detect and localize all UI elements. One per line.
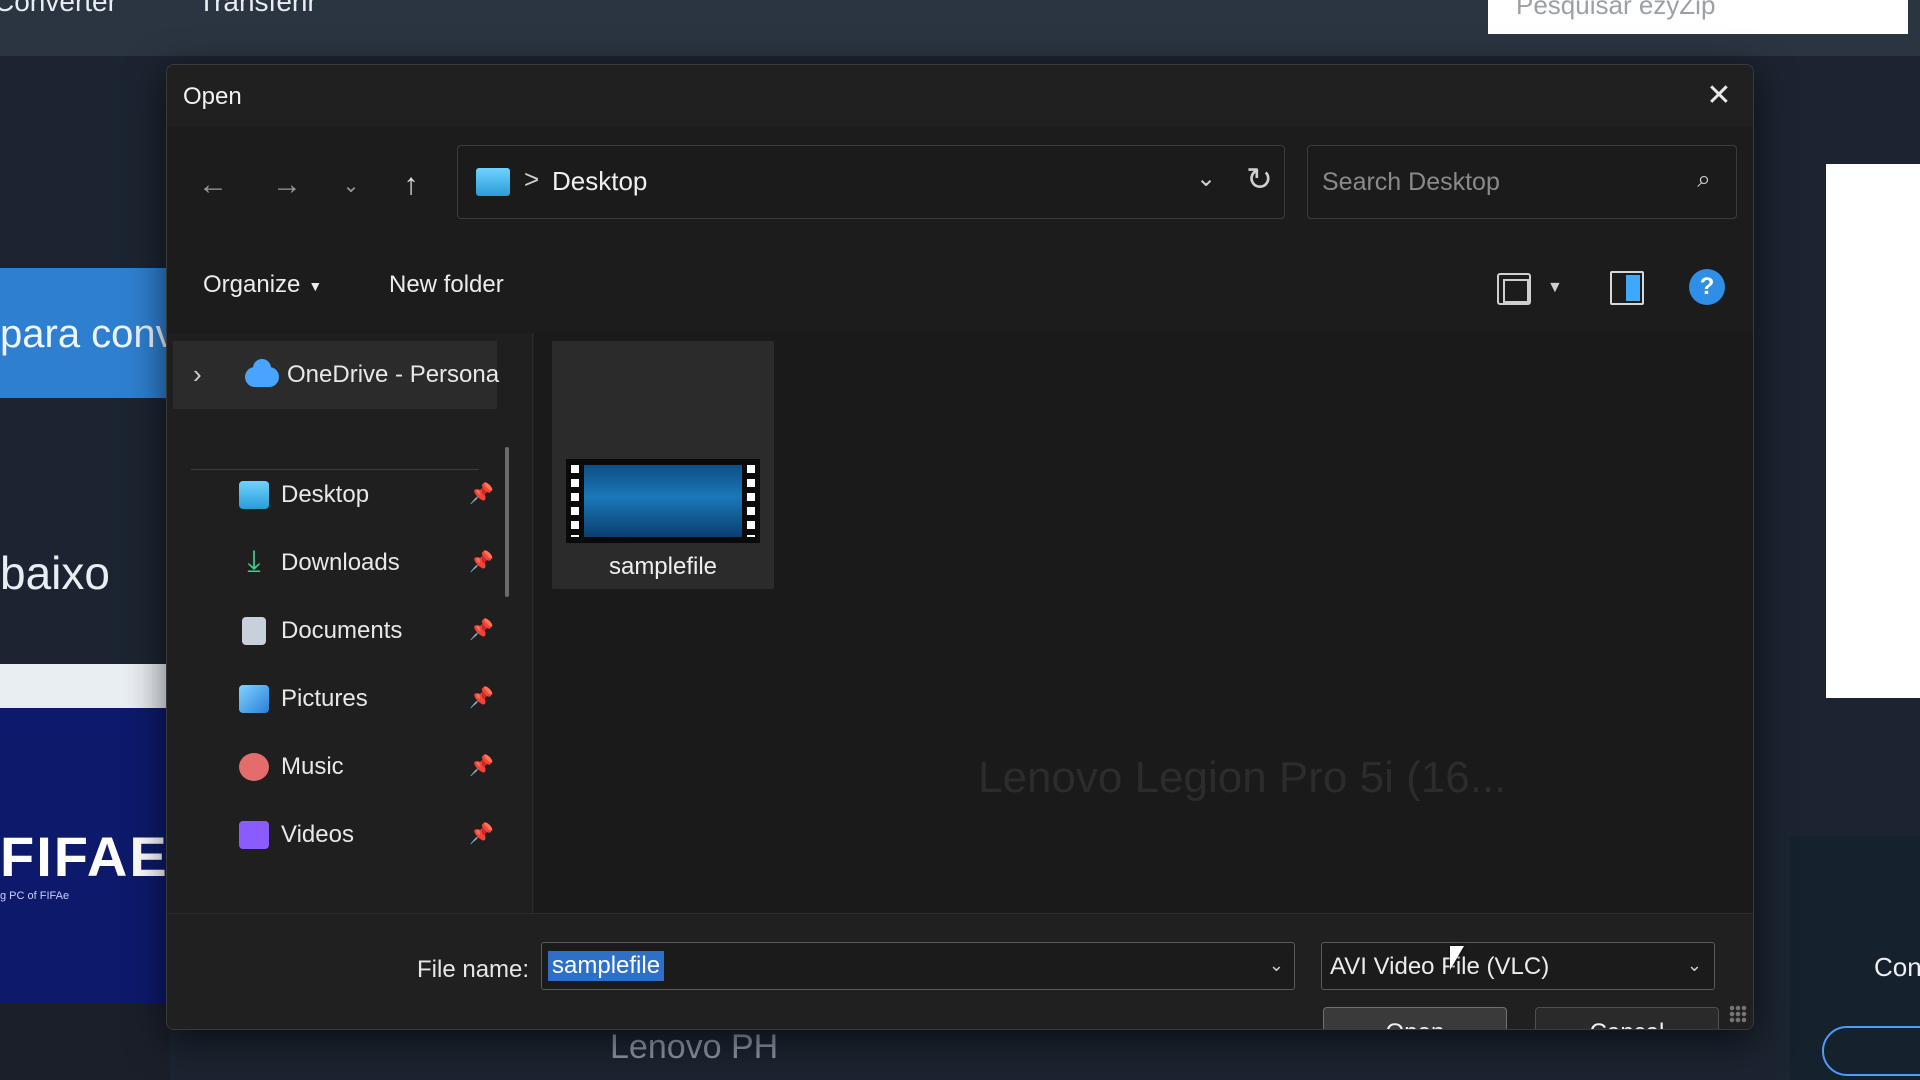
background-ghost-text: Lenovo Legion Pro 5i (16...: [978, 753, 1507, 802]
bg-blue-banner-text: para conv: [0, 312, 176, 356]
pin-icon: 📌: [469, 619, 494, 641]
bg-right-panel: Con: [1790, 836, 1920, 1080]
file-item[interactable]: samplefile: [552, 341, 774, 589]
search-input[interactable]: [1322, 162, 1662, 202]
view-options-dropdown-icon[interactable]: ▼: [1547, 279, 1563, 297]
dialog-titlebar[interactable]: Open ✕: [167, 65, 1753, 127]
close-button[interactable]: ✕: [1697, 75, 1741, 115]
refresh-icon: ↻: [1246, 161, 1273, 197]
cancel-button[interactable]: Cancel: [1535, 1007, 1719, 1029]
back-button[interactable]: ←: [191, 163, 235, 207]
pin-icon: 📌: [469, 551, 494, 573]
bg-nav-converter[interactable]: Converter: [0, 0, 117, 18]
onedrive-cloud-icon: [245, 359, 279, 387]
open-button[interactable]: Open: [1323, 1007, 1507, 1029]
pin-icon: 📌: [469, 755, 494, 777]
desktop-folder-icon: [476, 168, 510, 196]
sidebar-item-pictures[interactable]: Pictures 📌: [207, 671, 494, 727]
pin-icon: 📌: [469, 687, 494, 709]
sidebar-item-music[interactable]: Music 📌: [207, 739, 494, 795]
bg-right-pill-button[interactable]: [1822, 1026, 1920, 1076]
bg-laptop-tagline: g PC of FIFAe: [0, 890, 70, 902]
sidebar-item-label: Documents: [281, 617, 403, 644]
close-icon: ✕: [1706, 78, 1732, 112]
bg-bottom-brand: Lenovo PH: [610, 1028, 779, 1066]
sidebar-item-downloads[interactable]: ⤓ Downloads 📌: [207, 535, 494, 591]
file-list-area[interactable]: samplefile Lenovo Legion Pro 5i (16...: [534, 333, 1753, 913]
background-topbar: Converter Transferir Pesquisar ezyZip: [0, 0, 1920, 56]
sidebar-item-label: OneDrive - Persona: [287, 361, 500, 388]
organize-label: Organize: [203, 271, 301, 298]
sidebar-item-onedrive[interactable]: › OneDrive - Persona: [173, 341, 500, 409]
video-thumbnail: [584, 465, 742, 537]
music-icon: [239, 753, 269, 781]
sidebar-item-label: Desktop: [281, 481, 370, 508]
film-strip-left: [571, 465, 579, 537]
sidebar-item-videos[interactable]: Videos 📌: [207, 807, 494, 863]
preview-pane-icon[interactable]: [1610, 271, 1644, 305]
help-icon[interactable]: ?: [1689, 269, 1725, 305]
organize-button[interactable]: Organize ▼: [203, 271, 322, 299]
arrow-up-icon: ↑: [403, 168, 419, 201]
video-file-icon: [566, 459, 760, 543]
sidebar-item-desktop[interactable]: Desktop 📌: [207, 467, 494, 523]
sidebar-item-label: Music: [281, 753, 344, 780]
bg-search-input[interactable]: Pesquisar ezyZip: [1488, 0, 1908, 34]
open-button-label: Open: [1386, 1019, 1445, 1029]
caret-down-icon: ▼: [308, 277, 323, 294]
mouse-cursor-icon: [1450, 946, 1464, 970]
download-icon: ⤓: [247, 545, 261, 578]
breadcrumb-location[interactable]: Desktop: [552, 166, 647, 197]
search-box[interactable]: ⌕: [1307, 145, 1737, 219]
bg-nav-transfer[interactable]: Transferir: [198, 0, 317, 18]
navigation-pane: › OneDrive - Persona Desktop 📌 ⤓ Downloa…: [167, 333, 533, 913]
recent-locations-button[interactable]: ⌄: [329, 163, 373, 207]
bg-heading-text: baixo: [0, 547, 110, 599]
bg-right-card: [1826, 164, 1920, 698]
search-icon[interactable]: ⌕: [1690, 166, 1718, 194]
pin-icon: 📌: [469, 483, 494, 505]
sidebar-item-label: Downloads: [281, 549, 400, 576]
document-icon: [242, 617, 266, 645]
arrow-left-icon: ←: [198, 168, 228, 201]
open-file-dialog: Open ✕ ← → ⌄ ↑ > Desktop ⌄ ↻ ⌕ Organize ▼…: [166, 64, 1754, 1030]
bg-laptop-logo: FIFAE: [0, 825, 169, 888]
chevron-right-icon[interactable]: ›: [193, 359, 202, 390]
desktop-icon: [239, 481, 269, 509]
bg-blue-banner: para conv: [0, 268, 176, 398]
dialog-buttons: Open Cancel: [167, 913, 1753, 1029]
cancel-button-label: Cancel: [1590, 1019, 1665, 1029]
film-strip-right: [747, 465, 755, 537]
sidebar-item-label: Videos: [281, 821, 354, 848]
command-toolbar: Organize ▼ New folder ▼ ?: [167, 245, 1753, 333]
arrow-right-icon: →: [272, 168, 302, 201]
sidebar-item-label: Pictures: [281, 685, 368, 712]
refresh-button[interactable]: ↻: [1246, 160, 1273, 198]
chevron-down-icon: ⌄: [342, 174, 360, 197]
new-folder-button[interactable]: New folder: [389, 271, 504, 299]
pin-icon: 📌: [469, 823, 494, 845]
dialog-title: Open: [183, 83, 242, 110]
videos-icon: [239, 821, 269, 849]
view-options-icon[interactable]: [1497, 273, 1531, 305]
pictures-icon: [239, 685, 269, 713]
up-button[interactable]: ↑: [389, 163, 433, 207]
bg-right-panel-text: Con: [1874, 952, 1920, 982]
breadcrumb-separator: >: [524, 164, 540, 194]
bg-laptop-image: FIFAE g PC of FIFAe: [0, 664, 170, 1080]
chevron-down-icon: ⌄: [1196, 165, 1217, 192]
sidebar-item-documents[interactable]: Documents 📌: [207, 603, 494, 659]
sidebar-scrollbar[interactable]: [505, 447, 509, 597]
forward-button[interactable]: →: [265, 163, 309, 207]
file-name: samplefile: [608, 553, 718, 580]
address-dropdown-button[interactable]: ⌄: [1196, 164, 1216, 193]
address-bar[interactable]: > Desktop ⌄ ↻: [457, 145, 1285, 219]
resize-grip-icon[interactable]: [1729, 1005, 1747, 1023]
